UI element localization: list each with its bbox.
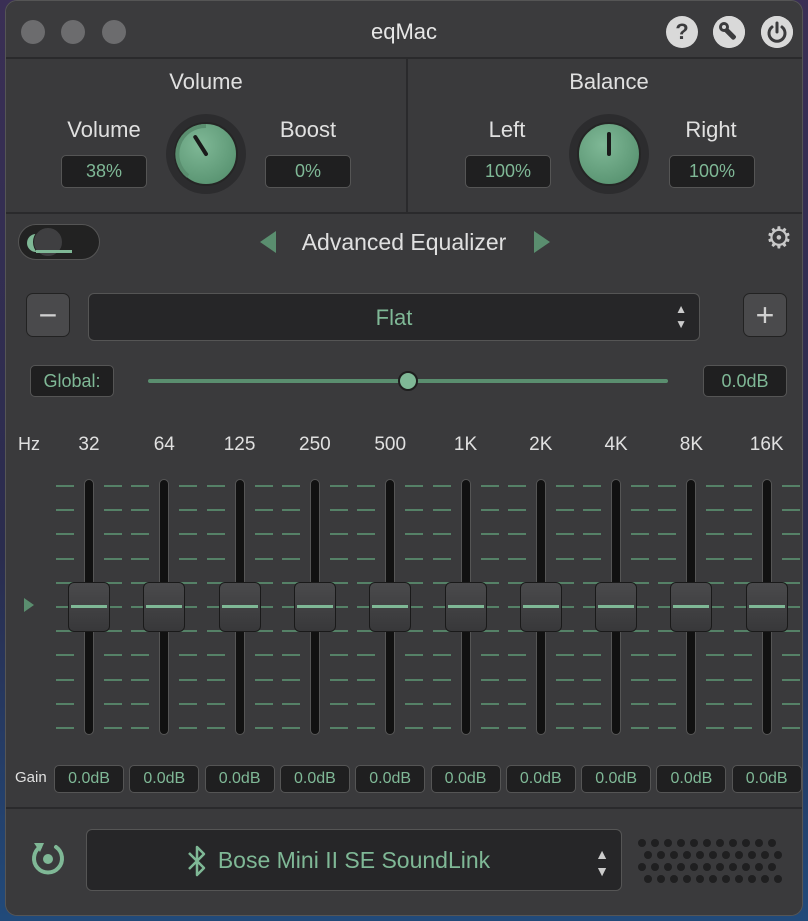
global-slider-thumb[interactable] — [398, 371, 418, 391]
band-gain-value[interactable]: 0.0dB — [355, 765, 426, 793]
band-slider-thumb[interactable] — [519, 582, 562, 632]
band-slider-thumb[interactable] — [745, 582, 788, 632]
band-frequency-label: 2K — [529, 434, 553, 455]
power-button[interactable] — [761, 16, 793, 48]
band-slider[interactable] — [205, 479, 275, 735]
band-slider-thumb[interactable] — [218, 582, 261, 632]
output-device-dropdown[interactable]: Bose Mini II SE SoundLink ▲ ▼ — [86, 829, 622, 891]
eqmac-window: eqMac ? Volume Volume 38% Boost 0% Balan… — [5, 0, 803, 916]
band-frequency-label: 64 — [153, 434, 175, 455]
updown-chevron-icon: ▲ ▼ — [675, 302, 687, 331]
band-gain-value[interactable]: 0.0dB — [54, 765, 124, 793]
boost-value[interactable]: 0% — [265, 155, 351, 188]
help-button[interactable]: ? — [666, 16, 698, 48]
band-gain-value[interactable]: 0.0dB — [581, 765, 652, 793]
volume-section-title: Volume — [169, 69, 243, 94]
reset-icon[interactable] — [28, 837, 68, 877]
preset-value: Flat — [375, 305, 413, 330]
band-slider-thumb[interactable] — [595, 582, 638, 632]
balance-right-label: Right — [685, 117, 737, 142]
volume-label: Volume — [67, 117, 141, 142]
band-frequency-label: 250 — [299, 434, 331, 455]
band-slider[interactable] — [54, 479, 124, 735]
band-slider-thumb[interactable] — [68, 582, 110, 632]
band-gain-value[interactable]: 0.0dB — [731, 765, 802, 793]
band-gain-value[interactable]: 0.0dB — [505, 765, 576, 793]
settings-button[interactable] — [713, 16, 745, 48]
remove-preset-button[interactable]: − — [26, 293, 70, 337]
next-equalizer-arrow[interactable] — [534, 231, 550, 253]
preset-dropdown[interactable]: Flat ▲ ▼ — [88, 293, 700, 341]
equalizer-title: Advanced Equalizer — [301, 229, 507, 255]
title-bar: eqMac ? — [6, 1, 802, 57]
band-gain-value[interactable]: 0.0dB — [656, 765, 727, 793]
band-frequency-label: 32 — [78, 434, 100, 455]
gear-icon: ⚙ — [765, 222, 793, 255]
gain-label: Gain — [15, 769, 47, 786]
global-label: Global: — [30, 365, 114, 397]
zero-gain-marker-icon — [24, 598, 34, 612]
hz-label: Hz — [18, 434, 40, 454]
band-frequency-label: 4K — [604, 434, 628, 455]
band-slider-thumb[interactable] — [369, 582, 412, 632]
output-device-name: Bose Mini II SE SoundLink — [217, 847, 491, 873]
equalizer-settings-button[interactable]: ⚙ — [764, 224, 794, 254]
band-slider[interactable] — [506, 479, 576, 735]
band-slider-thumb[interactable] — [293, 582, 336, 632]
band-gain-value[interactable]: 0.0dB — [279, 765, 350, 793]
band-frequency-label: 125 — [223, 434, 256, 455]
volume-knob[interactable] — [166, 114, 246, 194]
band-slider[interactable] — [431, 479, 501, 735]
balance-left-label: Left — [488, 117, 526, 142]
band-slider-thumb[interactable] — [444, 582, 487, 632]
band-slider[interactable] — [656, 479, 726, 735]
balance-knob[interactable] — [569, 114, 649, 194]
band-frequency-label: 8K — [679, 434, 704, 455]
band-slider[interactable] — [280, 479, 350, 735]
wrench-icon — [713, 16, 745, 48]
band-slider-thumb[interactable] — [143, 582, 186, 632]
balance-section-title: Balance — [569, 69, 649, 94]
band-slider[interactable] — [355, 479, 425, 735]
balance-right-value[interactable]: 100% — [669, 155, 755, 188]
add-preset-button[interactable]: + — [743, 293, 787, 337]
band-slider-thumb[interactable] — [670, 582, 713, 632]
band-frequency-label: 16K — [749, 434, 784, 455]
speaker-grille — [638, 839, 788, 887]
help-icon: ? — [675, 19, 689, 44]
band-gain-value[interactable]: 0.0dB — [430, 765, 501, 793]
volume-knob-indicator — [193, 135, 208, 156]
band-slider[interactable] — [581, 479, 651, 735]
band-frequency-label: 1K — [453, 434, 478, 455]
boost-label: Boost — [279, 117, 337, 142]
band-slider[interactable] — [129, 479, 199, 735]
panel-divider — [406, 57, 408, 214]
power-icon — [761, 16, 793, 48]
volume-value[interactable]: 38% — [61, 155, 147, 188]
band-gain-value[interactable]: 0.0dB — [204, 765, 275, 793]
updown-chevron-icon: ▲ ▼ — [595, 846, 609, 879]
band-frequency-label: 500 — [374, 434, 407, 455]
global-value[interactable]: 0.0dB — [703, 365, 787, 397]
band-gain-value[interactable]: 0.0dB — [129, 765, 200, 793]
band-slider[interactable] — [732, 479, 802, 735]
balance-left-value[interactable]: 100% — [465, 155, 551, 188]
